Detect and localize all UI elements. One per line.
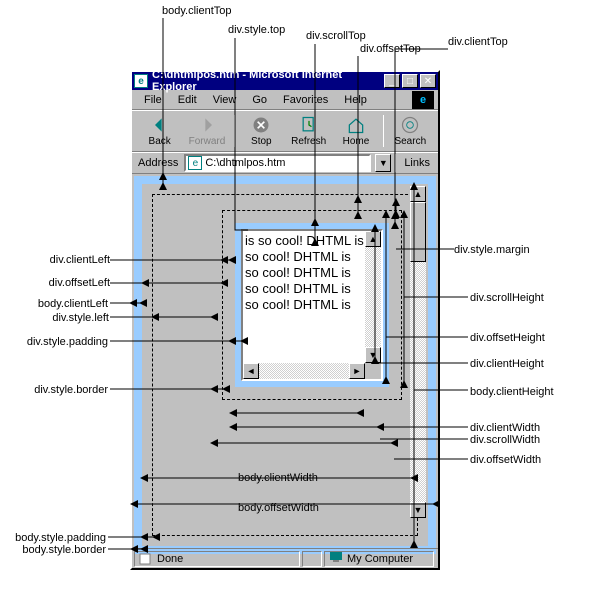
callout-div-style-top: div.style.top — [228, 24, 285, 36]
callout-body-style-padding: body.style.padding — [6, 532, 106, 544]
status-done: Done — [134, 551, 300, 567]
search-icon — [400, 115, 420, 135]
div-scrollbar-vertical[interactable]: ▲ ▼ — [365, 231, 381, 363]
menu-edit[interactable]: Edit — [170, 92, 205, 108]
sb-right-button[interactable]: ► — [349, 363, 365, 379]
callout-div-style-border: div.style.border — [28, 384, 108, 396]
status-blank1 — [302, 551, 322, 567]
body-sb-up[interactable]: ▲ — [410, 186, 426, 202]
close-button[interactable]: ✕ — [420, 74, 436, 88]
callout-body-style-border: body.style.border — [6, 544, 106, 556]
sb-up-button[interactable]: ▲ — [365, 231, 381, 247]
body-border: is so cool! DHTML is so cool! DHTML is s… — [134, 176, 436, 554]
toolbar: Back Forward Stop Refresh Home — [132, 110, 438, 152]
sb-down-button[interactable]: ▼ — [365, 347, 381, 363]
search-button[interactable]: Search — [387, 115, 434, 147]
callout-div-offsetTop: div.offsetTop — [360, 43, 421, 55]
callout-div-offsetHeight: div.offsetHeight — [470, 332, 545, 344]
sb-left-button[interactable]: ◄ — [243, 363, 259, 379]
callout-body-clientTop: body.clientTop — [162, 5, 232, 17]
home-button[interactable]: Home — [332, 115, 379, 147]
address-field[interactable]: e C:\dhtmlpos.htm — [184, 154, 371, 172]
callout-div-style-left: div.style.left — [45, 312, 109, 324]
callout-body-clientWidth: body.clientWidth — [238, 472, 318, 484]
doc-text: is so cool! DHTML is so cool! DHTML is s… — [245, 233, 364, 312]
callout-div-scrollHeight: div.scrollHeight — [470, 292, 544, 304]
body-sb-thumb[interactable] — [410, 202, 426, 262]
links-label[interactable]: Links — [400, 157, 434, 169]
ie-logo-icon: e — [412, 91, 434, 109]
window-title: C:\dhtmlpos.htm - Microsoft Internet Exp… — [152, 69, 382, 93]
done-doc-icon — [139, 553, 153, 565]
callout-div-clientLeft: div.clientLeft — [40, 254, 110, 266]
maximize-button[interactable]: □ — [402, 74, 418, 88]
minimize-button[interactable]: _ — [384, 74, 400, 88]
menubar: File Edit View Go Favorites Help e — [132, 90, 438, 110]
menu-view[interactable]: View — [205, 92, 245, 108]
stop-button[interactable]: Stop — [238, 115, 285, 147]
sb-corner — [365, 363, 381, 379]
body-scrollbar-vertical[interactable]: ▲ ▼ — [410, 186, 426, 518]
callout-div-clientHeight: div.clientHeight — [470, 358, 544, 370]
ie-window: e C:\dhtmlpos.htm - Microsoft Internet E… — [130, 70, 440, 570]
callout-div-offsetLeft: div.offsetLeft — [40, 277, 110, 289]
status-zone: My Computer — [324, 551, 434, 567]
forward-button[interactable]: Forward — [183, 115, 230, 147]
refresh-icon — [299, 115, 319, 135]
menu-file[interactable]: File — [136, 92, 170, 108]
back-button[interactable]: Back — [136, 115, 183, 147]
addressbar: Address e C:\dhtmlpos.htm ▼ Links — [132, 152, 438, 174]
callout-div-scrollTop: div.scrollTop — [306, 30, 366, 42]
callout-div-clientWidth: div.clientWidth — [470, 422, 540, 434]
body-sb-down[interactable]: ▼ — [410, 502, 426, 518]
div-content: is so cool! DHTML is so cool! DHTML is s… — [241, 229, 383, 381]
menu-favorites[interactable]: Favorites — [275, 92, 336, 108]
div-margin-edge: is so cool! DHTML is so cool! DHTML is s… — [222, 210, 402, 400]
callout-body-clientLeft: body.clientLeft — [26, 298, 108, 310]
address-value: C:\dhtmlpos.htm — [205, 157, 285, 169]
stop-icon — [251, 115, 271, 135]
callout-div-style-padding: div.style.padding — [20, 336, 108, 348]
back-arrow-icon — [150, 115, 170, 135]
toolbar-sep2 — [383, 115, 384, 147]
callout-body-clientHeight: body.clientHeight — [470, 386, 554, 398]
forward-arrow-icon — [197, 115, 217, 135]
menu-help[interactable]: Help — [336, 92, 375, 108]
callout-div-style-margin: div.style.margin — [454, 244, 530, 256]
statusbar: Done My Computer — [132, 548, 438, 568]
computer-icon — [329, 551, 343, 566]
titlebar[interactable]: e C:\dhtmlpos.htm - Microsoft Internet E… — [132, 72, 438, 90]
home-icon — [346, 115, 366, 135]
div-scrollbar-horizontal[interactable]: ◄ ► — [243, 363, 365, 379]
toolbar-sep — [234, 115, 235, 147]
callout-div-scrollWidth: div.scrollWidth — [470, 434, 540, 446]
div-border: is so cool! DHTML is so cool! DHTML is s… — [235, 223, 389, 387]
address-dropdown-button[interactable]: ▼ — [375, 154, 391, 172]
content-area: is so cool! DHTML is so cool! DHTML is s… — [132, 174, 438, 556]
address-label: Address — [136, 157, 180, 169]
callout-div-clientTop: div.clientTop — [448, 36, 508, 48]
callout-body-offsetWidth: body.offsetWidth — [238, 502, 319, 514]
stage: body.clientTop div.style.top div.scrollT… — [0, 0, 609, 602]
refresh-button[interactable]: Refresh — [285, 115, 332, 147]
menu-go[interactable]: Go — [244, 92, 275, 108]
ie-icon: e — [134, 74, 148, 88]
callout-div-offsetWidth: div.offsetWidth — [470, 454, 541, 466]
doc-icon: e — [188, 156, 202, 170]
